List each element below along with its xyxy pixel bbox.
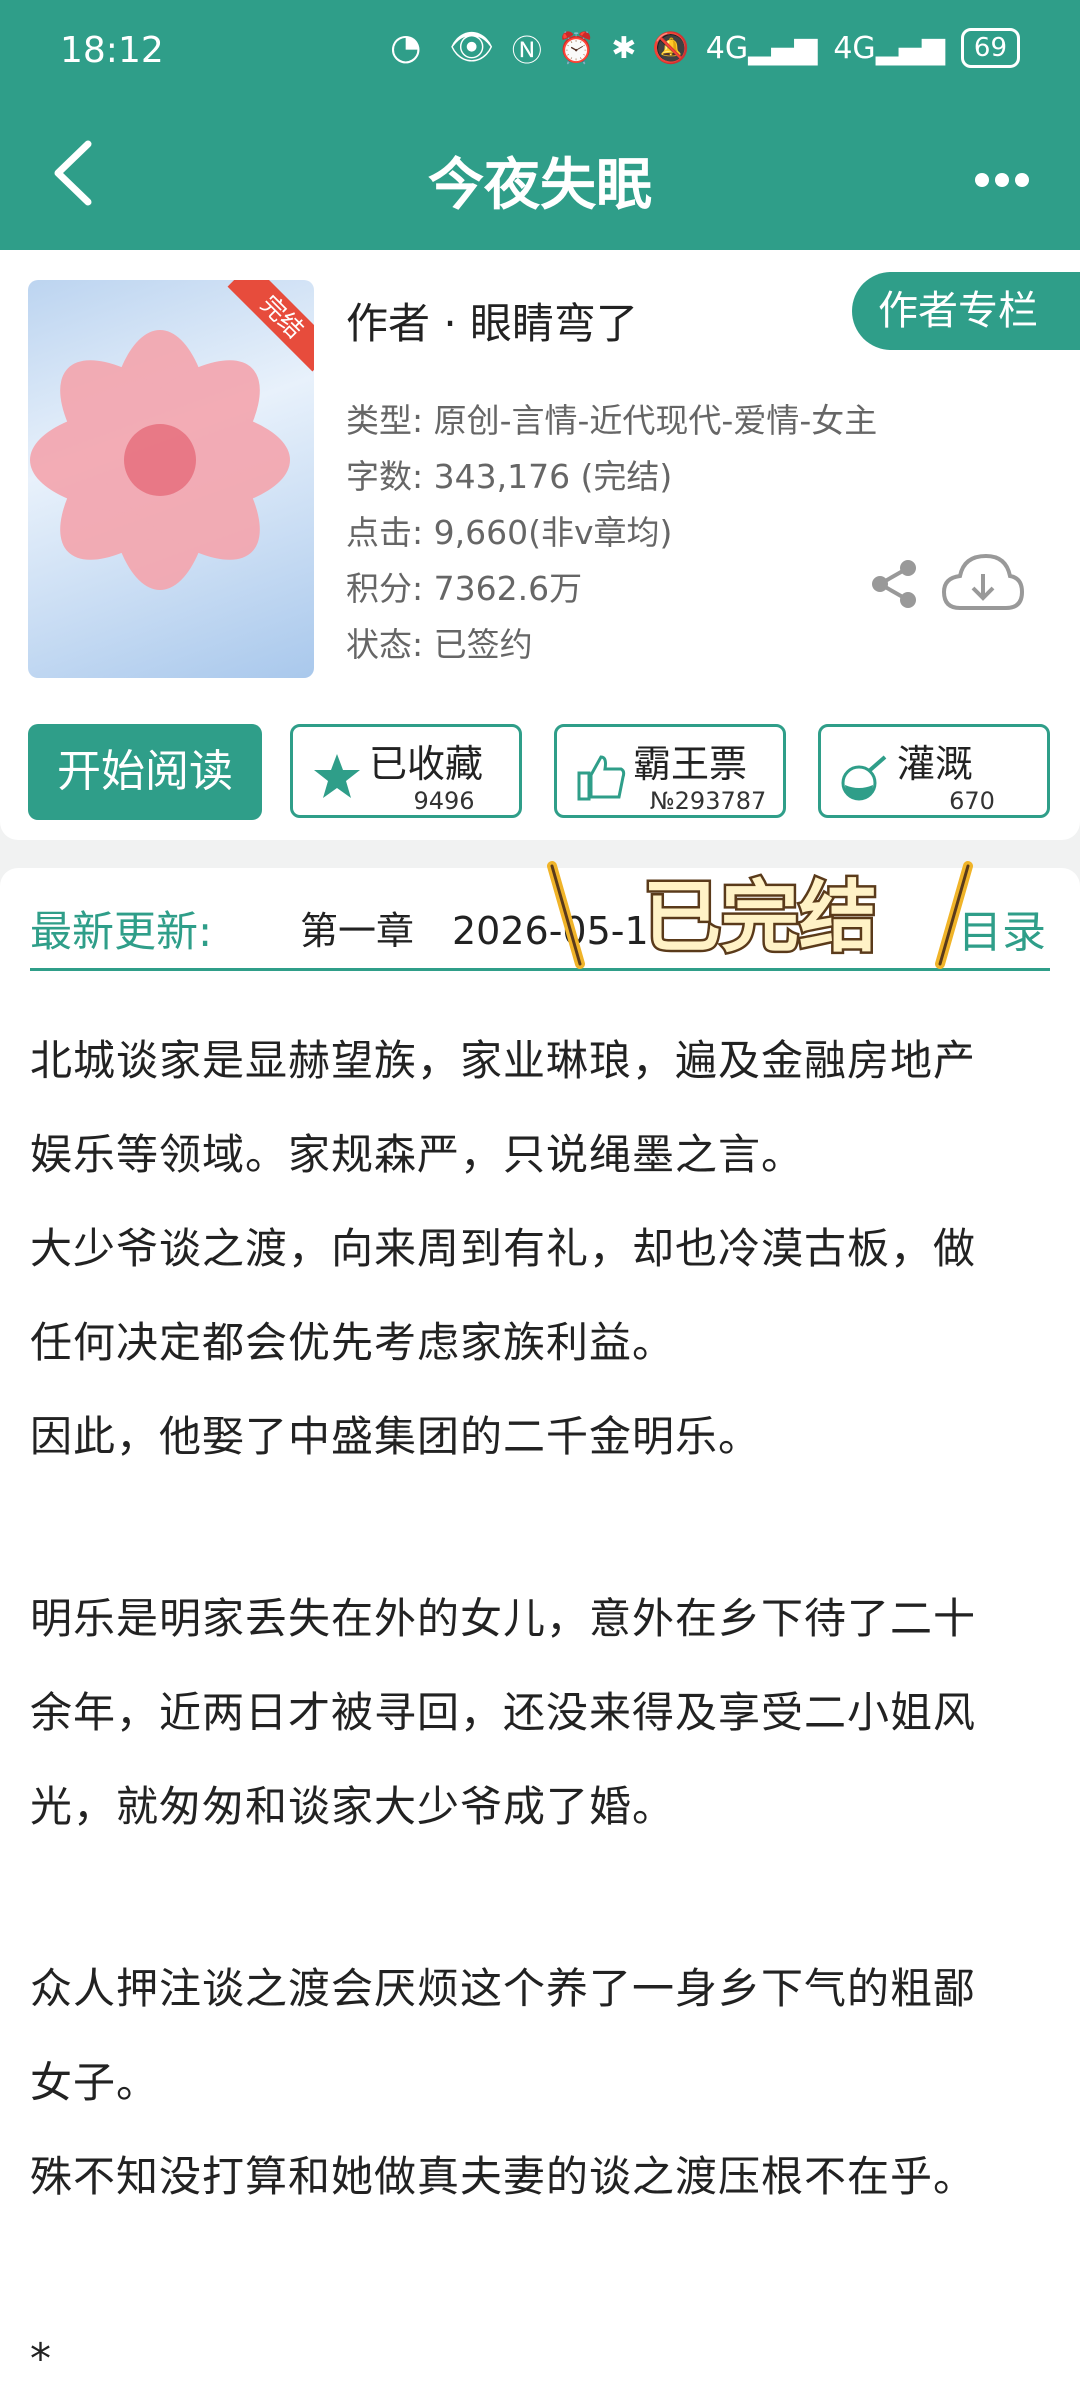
water-button[interactable]: 灌溉 670 [818,724,1050,818]
status-time: 18:12 [60,30,164,71]
collect-count: 9496 [413,787,475,815]
latest-update-label: 最新更新: [30,907,213,956]
start-reading-button[interactable]: 开始阅读 [28,724,262,820]
summary-line: 娱乐等领域。家规森严，只说绳墨之言。 [30,1130,805,1179]
author-name[interactable]: 作者 · 眼睛弯了 [346,290,638,351]
nav-bar: 今夜失眠 [0,110,1080,250]
mute-icon: 🔕 [652,30,690,66]
nfc-icon: Ⓝ [511,34,542,69]
summary-line: 殊不知没打算和她做真夫妻的谈之渡压根不在乎。 [30,2152,977,2201]
flower-doodle-sticker [30,330,290,590]
summary-line: 余年，近两日才被寻回，还没来得及享受二小姐风 [30,1688,977,1737]
ticket-label: 霸王票 [633,742,748,786]
signal-icon-2: 4G▂▄▆ [833,30,945,66]
thumbs-up-icon [577,755,626,801]
summary-line: 明乐是明家丢失在外的女儿，意外在乡下待了二十 [30,1594,977,1643]
book-score: 积分: 7362.6万 [346,569,583,608]
summary-line: * [30,2334,52,2383]
book-clicks: 点击: 9,660(非v章均) [346,513,673,552]
summary-line: 因此，他娶了中盛集团的二千金明乐。 [30,1412,762,1461]
summary-line: 大少爷谈之渡，向来周到有礼，却也冷漠古板，做 [30,1224,977,1273]
status-right-icons: Ⓝ ⏰ ✱ 🔕 4G▂▄▆ 4G▂▄▆ 69 [512,26,1020,70]
book-status: 状态: 已签约 [346,625,533,664]
flask-icon [841,755,887,801]
more-button[interactable] [974,140,1030,203]
completed-sticker-text: 已完结 [643,873,877,963]
author-column-button[interactable]: 作者专栏 [852,272,1080,350]
ticket-button[interactable]: 霸王票 №293787 [554,724,786,818]
alarm-icon: ⏰ [557,30,596,66]
status-bar: 18:12 ◔ 👁 Ⓝ ⏰ ✱ 🔕 4G▂▄▆ 4G▂▄▆ 69 [0,0,1080,110]
collect-label: 已收藏 [369,742,484,786]
star-icon [314,754,360,798]
battery-indicator: 69 [960,28,1020,68]
summary-line: 众人押注谈之渡会厌烦这个养了一身乡下气的粗鄙 [30,1964,977,2013]
water-label: 灌溉 [897,742,974,786]
page-title: 今夜失眠 [428,153,652,218]
summary-line: 女子。 [30,2058,160,2107]
collect-button[interactable]: 已收藏 9496 [290,724,522,818]
ticket-count: №293787 [649,787,767,815]
book-summary: 北城谈家是显赫望族，家业琳琅，遍及金融房地产 娱乐等领域。家规森严，只说绳墨之言… [0,1002,1080,2383]
summary-line: 北城谈家是显赫望族，家业琳琅，遍及金融房地产 [30,1036,977,1085]
download-cloud-icon[interactable] [940,550,1026,620]
summary-line: 任何决定都会优先考虑家族利益。 [30,1318,676,1367]
book-word-count: 字数: 343,176 (完结) [346,457,673,496]
bluetooth-icon: ✱ [611,30,637,66]
book-type: 类型: 原创-言情-近代现代-爱情-女主 [346,401,878,440]
summary-line: 光，就匆匆和谈家大少爷成了婚。 [30,1782,676,1831]
signal-icon: 4G▂▄▆ [705,30,818,66]
status-app-icons: ◔ 👁 [390,27,503,68]
more-dots-icon [975,173,1029,187]
completed-sticker: 已完结 [547,861,973,969]
share-icon[interactable] [866,556,922,612]
water-count: 670 [949,787,995,815]
